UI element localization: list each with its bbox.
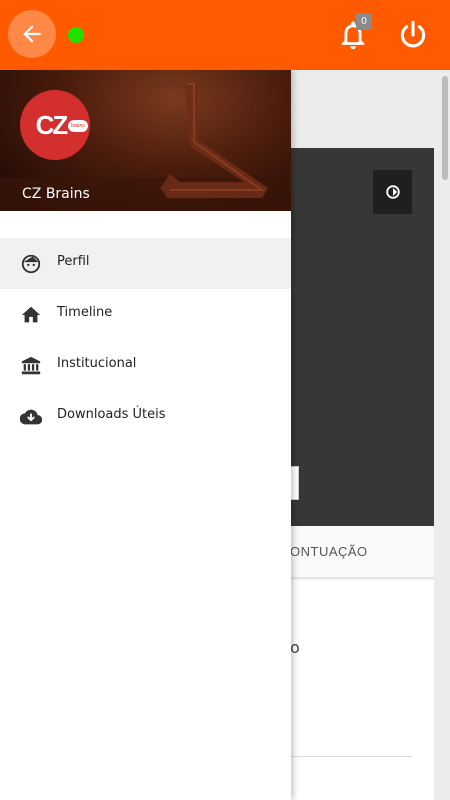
tab-pontuacao[interactable]: ONTUAÇÃO — [290, 544, 368, 559]
logo-badge: brains — [68, 120, 88, 132]
menu-label: Institucional — [57, 356, 137, 371]
edit-photo-button[interactable] — [373, 170, 412, 214]
back-button[interactable] — [8, 10, 56, 58]
menu-item-institucional[interactable]: Institucional — [0, 340, 291, 391]
menu-label: Downloads Úteis — [57, 407, 166, 422]
home-icon — [21, 306, 41, 323]
edit-icon — [385, 185, 400, 199]
menu-item-perfil[interactable]: Perfil — [0, 238, 291, 289]
content-text: o — [290, 638, 300, 657]
menu-item-timeline[interactable]: Timeline — [0, 289, 291, 340]
notification-count-badge: 0 — [356, 13, 372, 30]
profile-content: o — [290, 580, 434, 800]
divider — [290, 756, 412, 757]
cloud-download-icon — [20, 409, 42, 425]
menu-label: Timeline — [57, 305, 113, 320]
drawer-title: CZ Brains — [22, 186, 90, 202]
menu-item-downloads[interactable]: Downloads Úteis — [0, 391, 291, 442]
bank-icon — [21, 356, 41, 375]
app-bar: 0 — [0, 0, 450, 70]
logo-text: CZ — [35, 109, 69, 140]
drawer-menu: Perfil Timeline Institucional Downloads … — [0, 238, 291, 442]
online-status-indicator — [68, 27, 84, 43]
avatar: CZ brains — [20, 90, 90, 160]
drawer-header: CZ brains CZ Brains — [0, 70, 291, 211]
face-icon — [21, 254, 41, 274]
logout-button[interactable] — [396, 18, 430, 52]
menu-label: Perfil — [57, 254, 90, 269]
navigation-drawer: CZ brains CZ Brains Perfil Timeline Inst… — [0, 70, 291, 800]
scrollbar[interactable] — [442, 76, 448, 180]
arrow-left-icon — [23, 25, 41, 43]
power-icon — [400, 20, 426, 48]
profile-tabs[interactable]: ONTUAÇÃO — [290, 526, 434, 578]
profile-card — [290, 148, 434, 526]
